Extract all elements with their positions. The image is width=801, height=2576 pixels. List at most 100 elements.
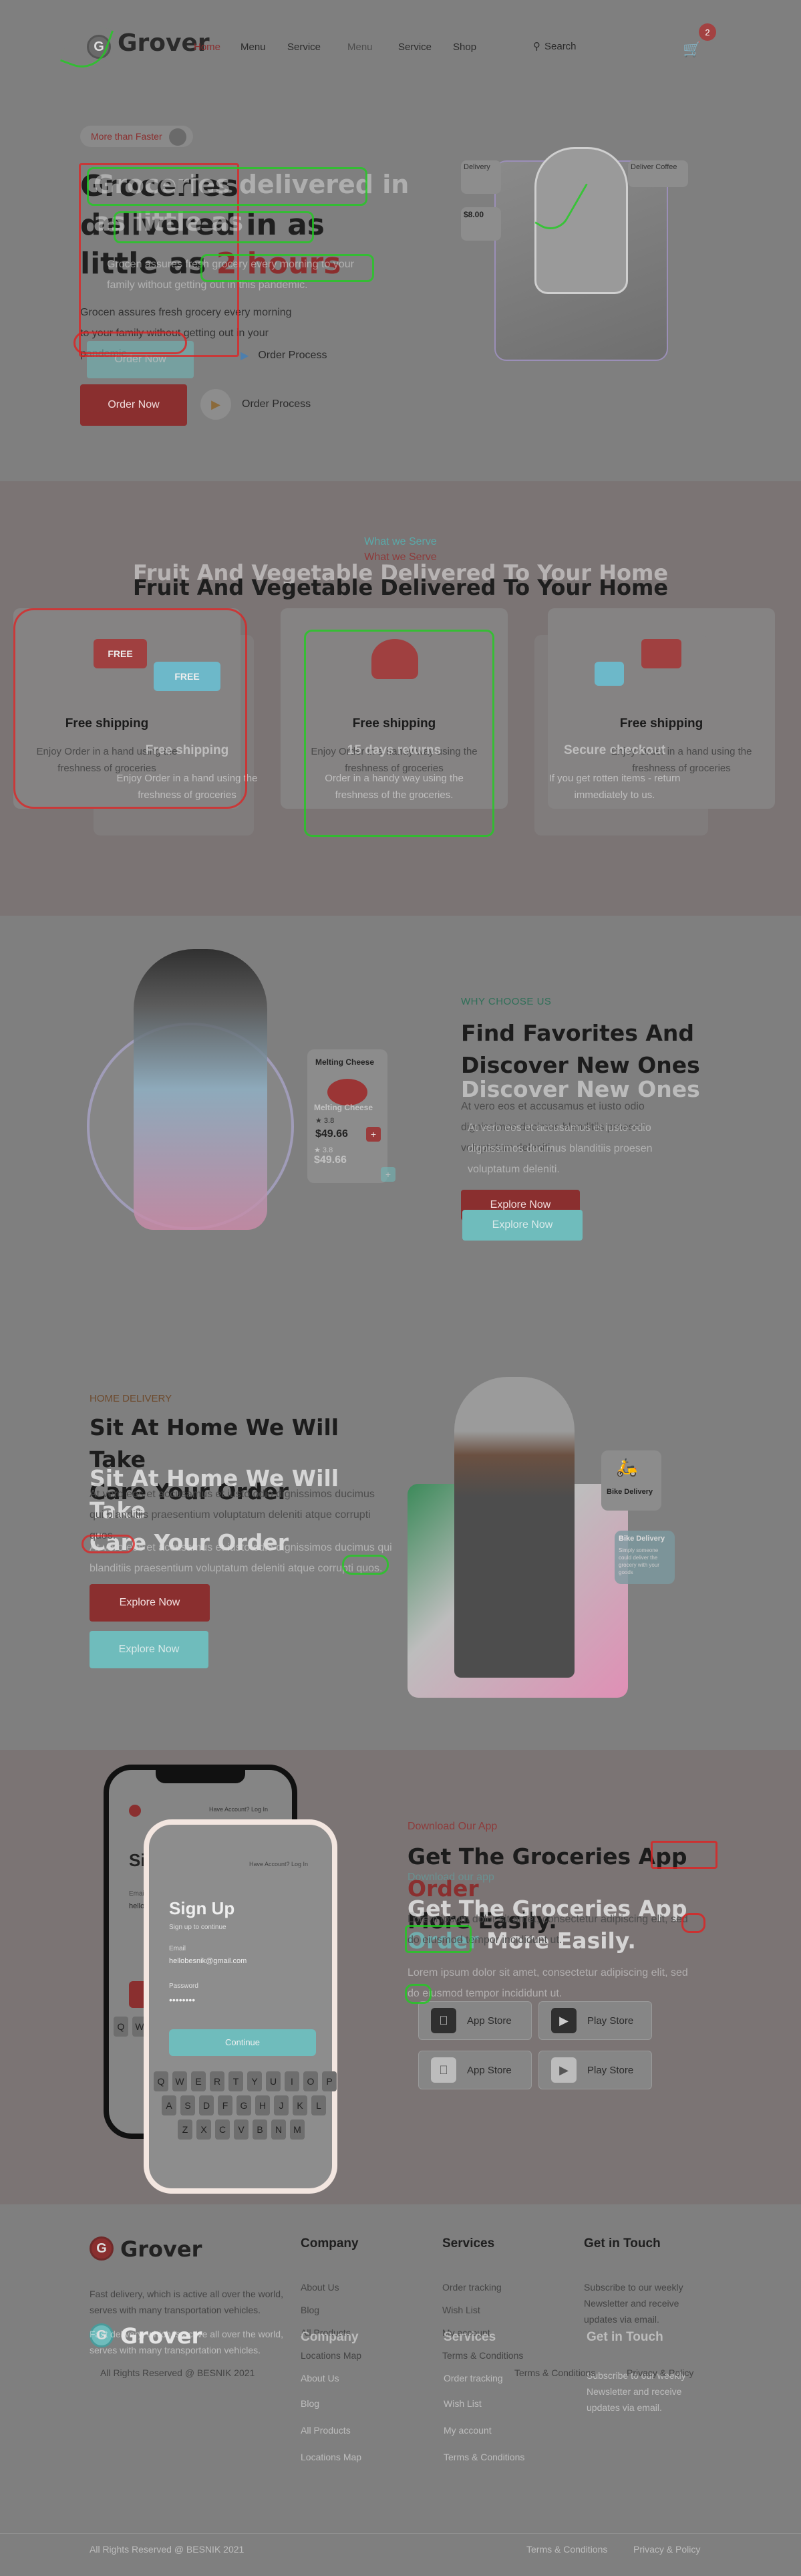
play-store-icon: ▶ [551, 2008, 577, 2033]
order-process-button[interactable]: ▶ Order Process [200, 389, 311, 420]
footer-ghost-link-locations[interactable]: Locations Map [301, 2452, 361, 2462]
key-r[interactable]: R [210, 2071, 224, 2091]
footer-privacy-ghost[interactable]: Privacy & Policy [633, 2544, 700, 2555]
phone-front-login-link[interactable]: Have Account? Log In [249, 1861, 308, 1867]
annotation-red-underline [82, 1535, 135, 1553]
play-store-icon-ghost: ▶ [551, 2057, 577, 2083]
order-process-ghost[interactable]: ▶ Order Process [241, 349, 327, 362]
phone-front-password[interactable]: •••••••• [169, 1994, 195, 2005]
play-store-button[interactable]: ▶ Play Store [538, 2001, 652, 2040]
phone-front-email[interactable]: hellobesnik@gmail.com [169, 1957, 247, 1965]
key-e[interactable]: E [191, 2071, 206, 2091]
footer-link-about[interactable]: About Us [301, 2282, 339, 2293]
footer-ghost-link-tracking[interactable]: Order tracking [444, 2373, 503, 2384]
key-m[interactable]: M [290, 2119, 305, 2140]
footer-logo-text[interactable]: Grover [120, 2236, 202, 2262]
footer-terms-link[interactable]: Terms & Conditions [514, 2367, 595, 2378]
product-name: Melting Cheese [315, 1057, 375, 1067]
nav-menu-ghost[interactable]: Menu [347, 41, 373, 53]
footer-ghost-link-about[interactable]: About Us [301, 2373, 339, 2384]
footer-ghost-link-terms[interactable]: Terms & Conditions [444, 2452, 524, 2462]
cart-count-badge: 2 [699, 23, 716, 41]
key-q[interactable]: Q [154, 2071, 168, 2091]
key-k[interactable]: K [293, 2095, 307, 2115]
search-button[interactable]: ⚲ Search [533, 40, 577, 53]
key-i[interactable]: I [285, 2071, 299, 2091]
key-b[interactable]: B [253, 2119, 267, 2140]
annotation-green-box-2 [114, 211, 314, 243]
app-paragraph-ghost: Lorem ipsum dolor sit amet, consectetur … [408, 1967, 688, 1999]
why-explore-button-ghost[interactable]: Explore Now [462, 1210, 583, 1241]
play-store-button-ghost[interactable]: ▶ Play Store [538, 2051, 652, 2089]
product-rating-ghost-value: 3.8 [322, 1146, 333, 1154]
footer-privacy-link[interactable]: Privacy & Policy [627, 2367, 693, 2378]
key-h[interactable]: H [255, 2095, 270, 2115]
phone-front-continue-button[interactable]: Continue [169, 2029, 316, 2056]
front-keyboard-row-2: ASDFGHJKL [152, 2093, 332, 2117]
key-d[interactable]: D [199, 2095, 214, 2115]
app-store-ghost-label: App Store [467, 2064, 512, 2076]
phone-back-login-link[interactable]: Have Account? Log In [209, 1806, 268, 1813]
delivery-explore-button[interactable]: Explore Now [90, 1584, 210, 1622]
bike-delivery-card: 🛵 Bike Delivery [601, 1450, 661, 1511]
app-store-label: App Store [467, 2015, 512, 2027]
key-o[interactable]: O [303, 2071, 318, 2091]
key-n[interactable]: N [271, 2119, 286, 2140]
app-store-button-ghost[interactable]:  App Store [418, 2051, 532, 2089]
key-s[interactable]: S [180, 2095, 195, 2115]
footer-link-blog[interactable]: Blog [301, 2305, 319, 2315]
why-title-line1: Find Favorites And [461, 1020, 695, 1046]
key-z[interactable]: Z [178, 2119, 192, 2140]
footer-terms-ghost[interactable]: Terms & Conditions [526, 2544, 607, 2555]
product-price-ghost: $49.66 [314, 1154, 347, 1166]
key-j[interactable]: J [274, 2095, 289, 2115]
product-card-ghost: Melting Cheese ★ 3.8 $49.66 + [314, 1103, 401, 1203]
phone-back-close-icon[interactable] [129, 1805, 141, 1817]
key-f[interactable]: F [218, 2095, 232, 2115]
cart-icon: 🛒 [683, 41, 701, 57]
nav-menu[interactable]: Menu [241, 41, 266, 53]
footer-link-wishlist[interactable]: Wish List [442, 2305, 480, 2315]
delivery-section: HOME DELIVERY Sit At Home We Will Take C… [0, 1364, 801, 1738]
nav-service[interactable]: Service [287, 41, 321, 53]
key-p[interactable]: P [322, 2071, 337, 2091]
key-v[interactable]: V [234, 2119, 249, 2140]
key-x[interactable]: X [196, 2119, 211, 2140]
apple-icon:  [431, 2008, 456, 2033]
annotation-red-card [13, 608, 247, 809]
footer-ghost-link-wishlist[interactable]: Wish List [444, 2398, 482, 2409]
key-l[interactable]: L [311, 2095, 326, 2115]
footer-ghost-link-products[interactable]: All Products [301, 2425, 351, 2436]
cart-button[interactable]: 🛒 2 [683, 23, 716, 61]
key-w[interactable]: W [172, 2071, 187, 2091]
delivery-explore-button-ghost[interactable]: Explore Now [90, 1631, 208, 1668]
key-a[interactable]: A [162, 2095, 176, 2115]
service-card-3-title: Free shipping [619, 717, 703, 731]
key-g[interactable]: G [236, 2095, 251, 2115]
app-store-button[interactable]:  App Store [418, 2001, 532, 2040]
key-y[interactable]: Y [247, 2071, 262, 2091]
nav-home[interactable]: Home [194, 41, 220, 53]
service-ghost-3-title: Secure checkout [563, 743, 666, 757]
footer-link-locations[interactable]: Locations Map [301, 2350, 361, 2361]
add-to-cart-ghost-button[interactable]: + [381, 1167, 395, 1182]
footer-logo-icon[interactable]: G [90, 2236, 114, 2261]
nav-shop[interactable]: Shop [453, 41, 476, 53]
phone-front-password-label: Password [169, 1982, 198, 1990]
phone-notch [156, 1769, 245, 1783]
order-now-button[interactable]: Order Now [80, 384, 187, 426]
footer-ghost-link-account[interactable]: My account [444, 2425, 492, 2436]
footer-about-ghost: Fast delivery, which is active all over … [90, 2329, 283, 2355]
footer-link-tracking[interactable]: Order tracking [442, 2282, 502, 2293]
footer-ghost-link-blog[interactable]: Blog [301, 2398, 319, 2409]
bike-label-ghost: Bike Delivery [619, 1535, 665, 1543]
key-u[interactable]: U [266, 2071, 281, 2091]
key-c[interactable]: C [215, 2119, 230, 2140]
nav-service-2[interactable]: Service [398, 41, 432, 53]
key-q[interactable]: Q [114, 2017, 128, 2037]
footer-link-terms[interactable]: Terms & Conditions [442, 2350, 523, 2361]
why-paragraph-ghost: At vero eos et accusamus et iusto odio d… [468, 1122, 653, 1175]
why-tag: WHY CHOOSE US [461, 996, 552, 1007]
key-t[interactable]: T [228, 2071, 243, 2091]
site-header: G Grover Home Menu Service Menu Service … [0, 0, 801, 94]
